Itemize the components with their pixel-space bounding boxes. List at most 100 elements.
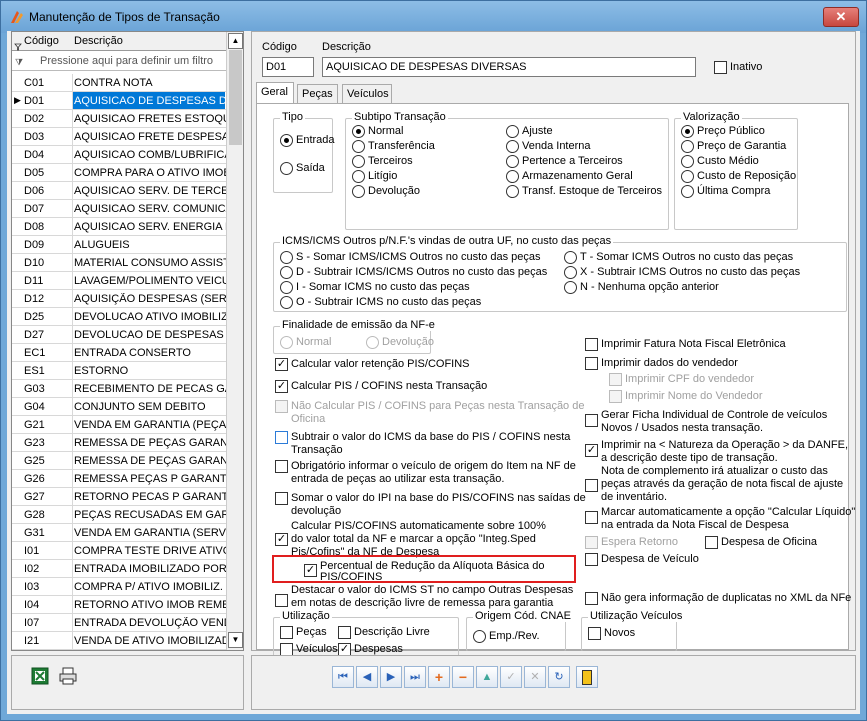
tab-pecas[interactable]: Peças [297, 84, 338, 103]
cell-separator [72, 380, 73, 397]
tab-geral[interactable]: Geral [256, 82, 294, 103]
scroll-thumb[interactable] [229, 50, 242, 145]
table-row[interactable]: D11 LAVAGEM/POLIMENTO VEICUL( [12, 272, 226, 290]
codigo-field[interactable]: D01 [262, 57, 314, 77]
prior-record-button[interactable]: ◀ [356, 666, 378, 688]
table-row[interactable]: D08 AQUISICAO SERV. ENERGIA EI [12, 218, 226, 236]
cell-codigo: D04 [24, 149, 45, 161]
nao-calc-pis-label-2: Oficina [291, 413, 326, 425]
nota-complemento-label-1: Nota de complemento irá atualizar o cust… [601, 465, 828, 477]
cell-descricao: AQUISICAO SERV. DE TERCEIF [74, 185, 226, 197]
print-icon[interactable] [58, 666, 78, 686]
transaction-grid[interactable]: Código Descrição ⧩ Pressione aqui para d… [11, 31, 244, 651]
cell-separator [72, 434, 73, 451]
cell-separator [72, 452, 73, 469]
next-icon: ▶ [386, 671, 396, 683]
table-row[interactable]: ▶ D01 AQUISICAO DE DESPESAS DIV [12, 92, 226, 110]
exit-button[interactable] [576, 666, 598, 688]
col-codigo-header[interactable]: Código [24, 35, 59, 47]
cell-separator [72, 326, 73, 343]
table-row[interactable]: D05 COMPRA PARA O ATIVO IMOB [12, 164, 226, 182]
table-row[interactable]: G25 REMESSA DE PEÇAS GARANTI/ [12, 452, 226, 470]
filter-row[interactable]: ⧩ Pressione aqui para definir um filtro [12, 51, 226, 71]
table-row[interactable]: I02 ENTRADA IMOBILIZADO POR T [12, 560, 226, 578]
cell-codigo: G03 [24, 383, 45, 395]
next-record-button[interactable]: ▶ [380, 666, 402, 688]
post-record-button[interactable]: ✓ [500, 666, 522, 688]
cell-codigo: I21 [24, 635, 40, 647]
edit-record-button[interactable]: ▲ [476, 666, 498, 688]
first-record-button[interactable]: ⏮ [332, 666, 354, 688]
last-record-button[interactable]: ⏭ [404, 666, 426, 688]
radio-dot [564, 251, 577, 264]
table-row[interactable]: I01 COMPRA TESTE DRIVE ATIVO I [12, 542, 226, 560]
scroll-down-button[interactable]: ▼ [228, 632, 243, 648]
origem-emp-label: Emp./Rev. [489, 630, 540, 642]
table-row[interactable]: G28 PEÇAS RECUSADAS EM GARAN [12, 506, 226, 524]
table-row[interactable]: D09 ALUGUEIS [12, 236, 226, 254]
cell-descricao: VENDA EM GARANTIA (SERVIÇ [74, 527, 226, 539]
table-row[interactable]: G26 REMESSA PEÇAS P GARANTIA- [12, 470, 226, 488]
cell-separator [72, 416, 73, 433]
despesa-oficina-label: Despesa de Oficina [721, 536, 817, 548]
imprimir-vendedor-label: Imprimir dados do vendedor [601, 357, 738, 369]
table-row[interactable]: D07 AQUISICAO SERV. COMUNICA [12, 200, 226, 218]
cell-codigo: EC1 [24, 347, 46, 359]
cell-descricao: REMESSA DE PEÇAS GARANTI/ [74, 437, 226, 449]
table-row[interactable]: D12 AQUISIÇÃO DESPESAS (SERVI [12, 290, 226, 308]
cell-codigo: D01 [24, 95, 72, 107]
tab-veiculos[interactable]: Veículos [342, 84, 392, 103]
radio-dot [681, 170, 694, 183]
plus-icon: + [434, 669, 444, 685]
icms-group: ICMS/ICMS Outros p/N.F.'s vindas de outr… [273, 235, 847, 312]
table-row[interactable]: C01 CONTRA NOTA [12, 74, 226, 92]
cancel-record-button[interactable]: ✕ [524, 666, 546, 688]
destacar-icms-st-label-2: em notas de descrição livre de remessa p… [291, 597, 554, 609]
inativo-box[interactable] [714, 61, 727, 74]
subtipo-radio-0-label: Normal [368, 125, 404, 137]
table-row[interactable]: D27 DEVOLUCAO DE DESPESAS [12, 326, 226, 344]
table-row[interactable]: I03 COMPRA P/ ATIVO IMOBILIZ. I [12, 578, 226, 596]
refresh-button[interactable]: ↻ [548, 666, 570, 688]
descricao-field[interactable]: AQUISICAO DE DESPESAS DIVERSAS [322, 57, 696, 77]
table-row[interactable]: I04 RETORNO ATIVO IMOB REMET [12, 596, 226, 614]
cell-descricao: REMESSA PEÇAS P GARANTIA- [74, 473, 226, 485]
grid-scrollbar[interactable]: ▲ ▼ [226, 32, 243, 650]
scroll-up-button[interactable]: ▲ [228, 33, 243, 49]
table-row[interactable]: D03 AQUISICAO FRETE DESPESA [12, 128, 226, 146]
tipo-group: Tipo Entrada Saída [273, 111, 335, 193]
cell-codigo: G25 [24, 455, 45, 467]
radio-dot [352, 185, 365, 198]
filter-small-icon: ⧩ [15, 57, 24, 67]
excel-export-icon[interactable] [30, 666, 50, 686]
table-row[interactable]: D02 AQUISICAO FRETES ESTOQUE [12, 110, 226, 128]
table-row[interactable]: I21 VENDA DE ATIVO IMOBILIZADO [12, 632, 226, 650]
insert-record-button[interactable]: + [428, 666, 450, 688]
col-descricao-header[interactable]: Descrição [74, 35, 123, 47]
table-row[interactable]: G21 VENDA EM GARANTIA (PEÇAS) [12, 416, 226, 434]
radio-dot [681, 125, 694, 138]
table-row[interactable]: D10 MATERIAL CONSUMO ASSIST T [12, 254, 226, 272]
table-row[interactable]: D06 AQUISICAO SERV. DE TERCEIF [12, 182, 226, 200]
table-row[interactable]: EC1 ENTRADA CONSERTO [12, 344, 226, 362]
table-row[interactable]: G03 RECEBIMENTO DE PECAS GARA [12, 380, 226, 398]
table-row[interactable]: D04 AQUISICAO COMB/LUBRIFICA [12, 146, 226, 164]
client-area: Código Descrição ⧩ Pressione aqui para d… [7, 31, 860, 714]
table-row[interactable]: G04 CONJUNTO SEM DEBITO [12, 398, 226, 416]
close-button[interactable]: ✕ [823, 7, 859, 27]
table-row[interactable]: G27 RETORNO PECAS P GARANTIA [12, 488, 226, 506]
table-row[interactable]: G23 REMESSA DE PEÇAS GARANTI/ [12, 434, 226, 452]
table-row[interactable]: I07 ENTRADA DEVOLUÇÃO VENDA [12, 614, 226, 632]
table-row[interactable]: ES1 ESTORNO [12, 362, 226, 380]
cell-codigo: I03 [24, 581, 40, 593]
cell-codigo: D11 [24, 275, 44, 287]
filter-placeholder: Pressione aqui para definir um filtro [40, 55, 214, 67]
calcular-liquido-label-1: Marcar automaticamente a opção "Calcular… [601, 506, 856, 518]
valorizacao-title: Valorização [681, 111, 742, 123]
table-row[interactable]: G31 VENDA EM GARANTIA (SERVIÇ [12, 524, 226, 542]
delete-record-button[interactable]: − [452, 666, 474, 688]
title-bar[interactable]: Manutenção de Tipos de Transação ✕ [1, 1, 866, 33]
cell-separator [72, 542, 73, 559]
radio-dot [564, 281, 577, 294]
table-row[interactable]: D25 DEVOLUCAO ATIVO IMOBILIZA [12, 308, 226, 326]
